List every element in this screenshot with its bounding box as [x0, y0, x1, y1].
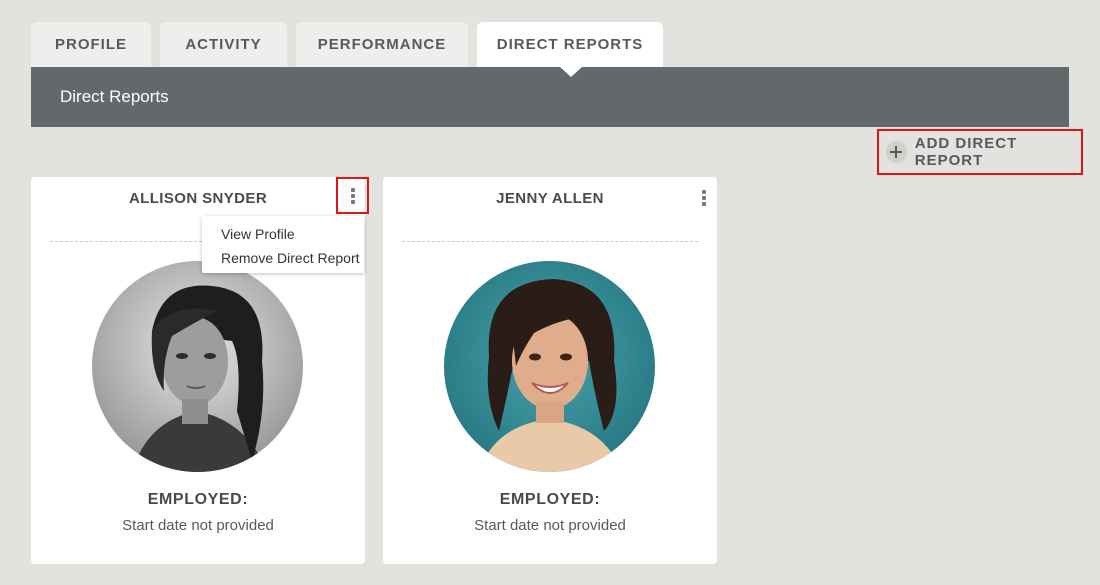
tab-profile[interactable]: PROFILE [31, 22, 151, 67]
menu-item-view-profile[interactable]: View Profile [202, 223, 364, 247]
start-date-text: Start date not provided [122, 517, 274, 534]
tab-activity[interactable]: ACTIVITY [160, 22, 287, 67]
tab-direct-reports[interactable]: DIRECT REPORTS [477, 22, 663, 67]
section-header: Direct Reports [31, 67, 1069, 127]
active-tab-caret [560, 67, 582, 77]
menu-item-remove-direct-report[interactable]: Remove Direct Report [202, 247, 364, 271]
section-title: Direct Reports [60, 87, 169, 106]
employment-status-label: EMPLOYED: [499, 491, 601, 508]
employment-status-label: EMPLOYED: [147, 491, 249, 508]
more-options-icon[interactable] [347, 186, 359, 206]
report-name: ALLISON SNYDER [128, 190, 268, 207]
tab-performance[interactable]: PERFORMANCE [296, 22, 468, 67]
avatar [92, 261, 303, 472]
report-name: JENNY ALLEN [496, 190, 604, 207]
card-divider [402, 241, 698, 242]
start-date-text: Start date not provided [474, 517, 626, 534]
more-options-icon[interactable] [698, 188, 710, 208]
card-menu-highlight [336, 177, 369, 214]
plus-icon [886, 141, 907, 163]
add-direct-report-label: ADD DIRECT REPORT [914, 135, 1018, 169]
card-options-menu: View Profile Remove Direct Report [202, 216, 364, 273]
add-direct-report-button[interactable]: ADD DIRECT REPORT [877, 129, 1083, 175]
direct-report-card: JENNY ALLEN EMPLOYED: Start date not pro… [383, 177, 717, 564]
avatar [444, 261, 655, 472]
